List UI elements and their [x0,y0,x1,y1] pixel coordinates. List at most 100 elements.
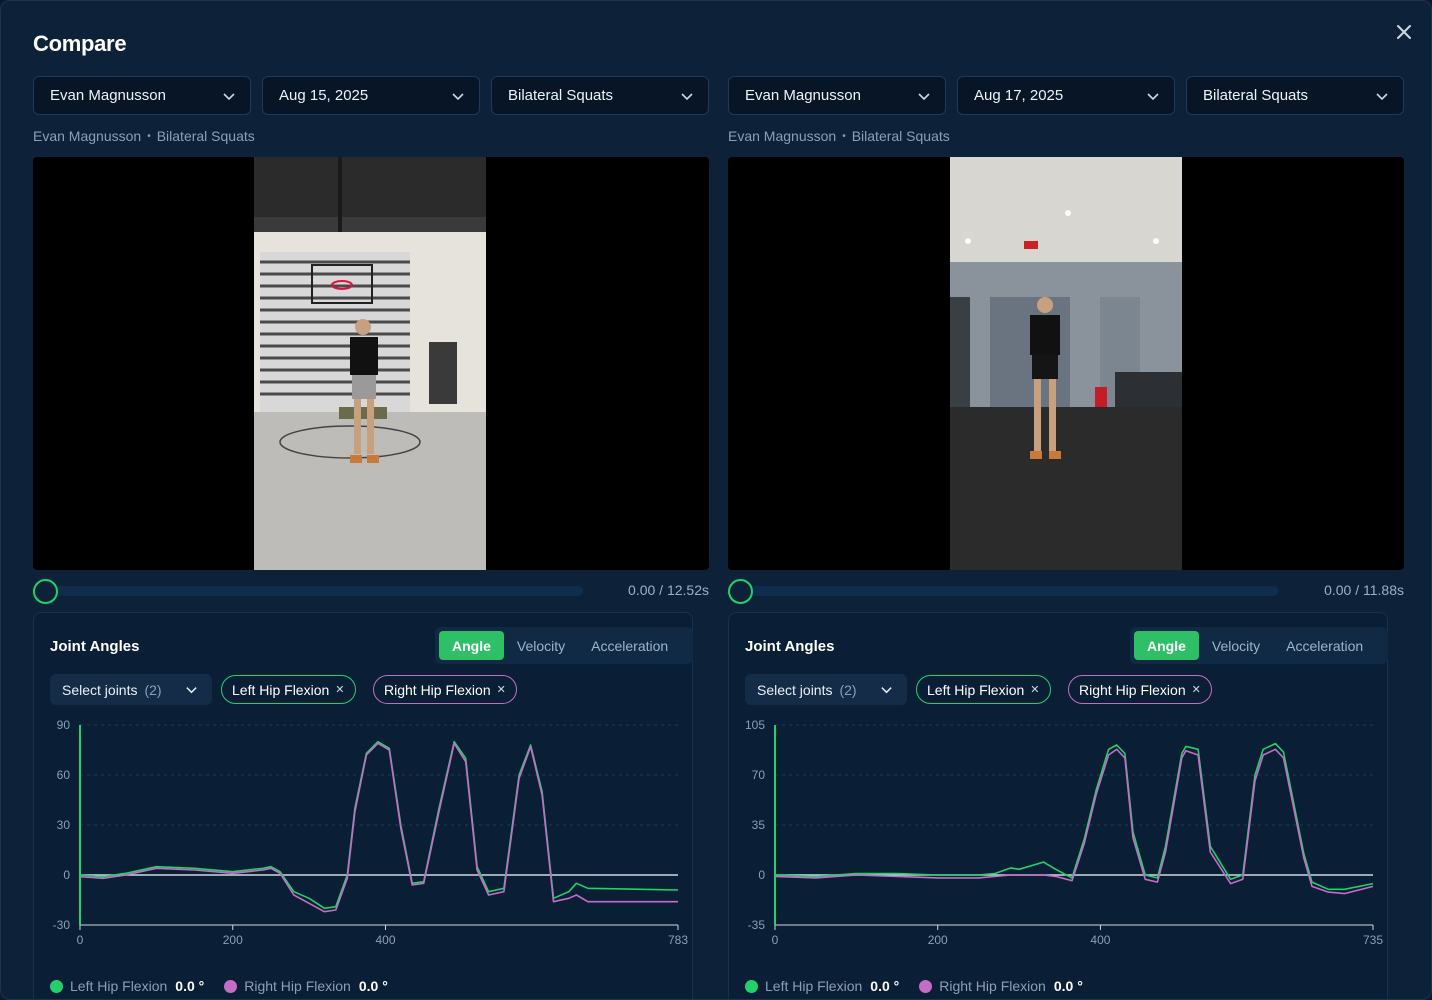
series-line [79,742,678,913]
y-tick-label: 30 [57,818,71,832]
y-tick-label: 70 [752,768,766,782]
video-player[interactable] [33,157,709,570]
subtitle-name: Evan Magnusson [728,128,837,144]
date-select[interactable]: Aug 15, 2025 [262,76,480,115]
exercise-select-value: Bilateral Squats [1203,87,1309,104]
chevron-down-icon [681,93,693,101]
filter-row: Evan Magnusson Aug 15, 2025 Bilateral Sq… [33,76,709,115]
subtitle-name: Evan Magnusson [33,128,142,144]
chip-right-hip-flexion: Right Hip Flexion ✕ [373,675,517,704]
x-tick-label: 400 [1090,933,1110,947]
y-tick-label: 0 [758,868,765,882]
joint-angle-chart: 90 60 30 0 -30 0 200 400 783 [34,713,694,953]
chart-legend: Left Hip Flexion 0.0 ° Right Hip Flexion… [745,978,1103,994]
select-joints-label: Select joints [757,681,833,698]
chip-label: Right Hip Flexion [1079,681,1186,698]
joint-angles-card: Joint Angles Angle Velocity Acceleration… [728,612,1389,999]
chevron-down-icon [1376,93,1388,101]
remove-chip-icon[interactable]: ✕ [335,683,344,696]
tab-acceleration[interactable]: Acceleration [578,631,681,660]
tab-angle[interactable]: Angle [1134,631,1199,660]
x-tick-label: 735 [1363,933,1383,947]
subtitle-exercise: Bilateral Squats [851,128,950,144]
y-tick-label: -35 [748,918,766,932]
chevron-down-icon [918,93,930,101]
y-tick-label: -30 [53,918,71,932]
legend-label: Right Hip Flexion [244,978,351,994]
chevron-down-icon [452,93,464,101]
video-player[interactable] [728,157,1404,570]
remove-chip-icon[interactable]: ✕ [1030,683,1039,696]
chart-legend: Left Hip Flexion 0.0 ° Right Hip Flexion… [50,978,408,994]
session-subtitle: Evan Magnusson • Bilateral Squats [728,128,950,144]
scrubber-handle[interactable] [33,579,58,604]
legend-item: Right Hip Flexion 0.0 ° [919,978,1083,994]
legend-value: 0.0 ° [870,978,900,994]
y-tick-label: 105 [745,718,765,732]
x-tick-label: 200 [223,933,243,947]
video-frame-office [950,157,1182,570]
date-select-value: Aug 15, 2025 [279,87,369,104]
legend-swatch [50,979,63,993]
card-title: Joint Angles [745,638,835,655]
separator-dot: • [842,130,846,142]
subtitle-exercise: Bilateral Squats [156,128,255,144]
tab-velocity[interactable]: Velocity [1199,631,1273,660]
tab-angle[interactable]: Angle [439,631,504,660]
compare-panel-left: Evan Magnusson Aug 15, 2025 Bilateral Sq… [33,1,709,999]
chevron-down-icon [186,687,197,694]
legend-swatch [745,979,758,993]
chip-label: Left Hip Flexion [927,681,1025,698]
filter-row: Evan Magnusson Aug 17, 2025 Bilateral Sq… [728,76,1404,115]
scrubber-track[interactable] [740,586,1278,596]
y-tick-label: 35 [752,818,766,832]
legend-item: Right Hip Flexion 0.0 ° [224,978,388,994]
video-frame-gym [254,157,486,570]
legend-label: Right Hip Flexion [939,978,1046,994]
chevron-down-icon [1147,93,1159,101]
chip-left-hip-flexion: Left Hip Flexion ✕ [221,675,356,704]
tab-acceleration[interactable]: Acceleration [1273,631,1376,660]
video-time: 0.00 / 12.52s [628,582,709,598]
athlete-select[interactable]: Evan Magnusson [728,76,946,115]
video-time: 0.00 / 11.88s [1324,582,1404,598]
x-tick-label: 400 [375,933,395,947]
exercise-select[interactable]: Bilateral Squats [1186,76,1404,115]
tab-velocity[interactable]: Velocity [504,631,578,660]
separator-dot: • [147,130,151,142]
y-tick-label: 60 [57,768,71,782]
select-joints-count: (2) [839,681,857,698]
y-tick-label: 90 [57,718,71,732]
video-scrubber[interactable]: 0.00 / 11.88s [728,579,1404,604]
select-joints-dropdown[interactable]: Select joints (2) [745,674,907,705]
compare-modal: Compare Evan Magnusson Aug 15, 2025 Bila… [0,0,1432,1000]
chevron-down-icon [223,93,235,101]
remove-chip-icon[interactable]: ✕ [497,683,506,696]
date-select-value: Aug 17, 2025 [974,87,1064,104]
select-joints-dropdown[interactable]: Select joints (2) [50,674,212,705]
compare-panel-right: Evan Magnusson Aug 17, 2025 Bilateral Sq… [728,1,1404,999]
athlete-select[interactable]: Evan Magnusson [33,76,251,115]
legend-swatch [224,979,238,993]
remove-chip-icon[interactable]: ✕ [1192,683,1201,696]
x-tick-label: 0 [77,933,84,947]
select-joints-count: (2) [144,681,162,698]
chip-label: Right Hip Flexion [384,681,491,698]
legend-value: 0.0 ° [1053,978,1083,994]
joint-angle-chart: 105 70 35 0 -35 0 200 400 735 [729,713,1389,953]
athlete-select-value: Evan Magnusson [50,87,166,104]
x-tick-label: 783 [668,933,688,947]
video-scrubber[interactable]: 0.00 / 12.52s [33,579,709,604]
legend-label: Left Hip Flexion [70,978,168,994]
joint-angles-card: Joint Angles Angle Velocity Acceleration… [33,612,694,999]
scrubber-handle[interactable] [728,579,753,604]
chevron-down-icon [881,687,892,694]
date-select[interactable]: Aug 17, 2025 [957,76,1175,115]
athlete-select-value: Evan Magnusson [745,87,861,104]
x-tick-label: 200 [928,933,948,947]
exercise-select[interactable]: Bilateral Squats [491,76,709,115]
scrubber-track[interactable] [45,586,583,596]
metric-tabs: Angle Velocity Acceleration [435,627,693,664]
chart-svg: 90 60 30 0 -30 0 200 400 783 [53,718,689,947]
chip-label: Left Hip Flexion [232,681,330,698]
